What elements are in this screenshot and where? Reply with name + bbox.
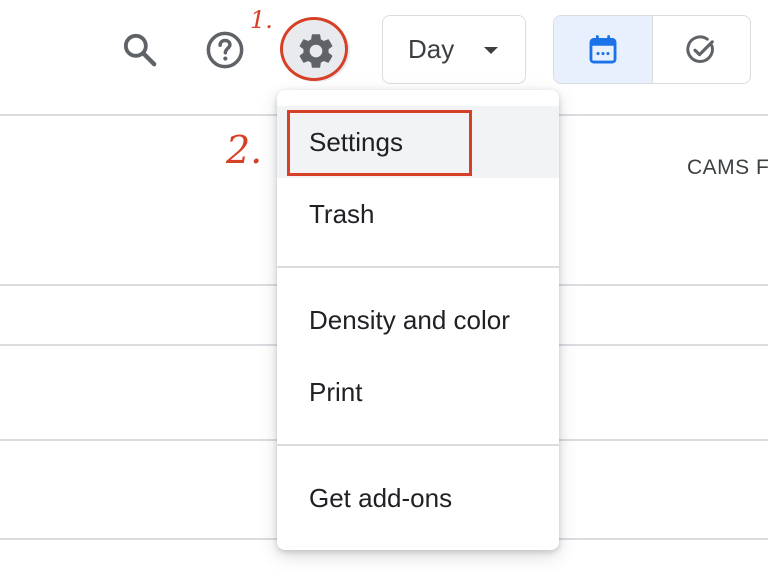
view-select-dropdown[interactable]: Day	[382, 15, 526, 84]
tasks-view-button[interactable]	[651, 16, 751, 83]
chevron-down-icon	[484, 47, 498, 54]
annotation-step-2: 2.	[226, 128, 263, 172]
help-button[interactable]	[195, 20, 255, 80]
annotation-step-1: 1.	[250, 6, 273, 34]
menu-divider	[277, 266, 559, 268]
menu-item-get-add-ons[interactable]: Get add-ons	[277, 462, 559, 534]
view-select-label: Day	[408, 34, 455, 64]
menu-item-label: Get add-ons	[309, 482, 453, 513]
annotation-circle	[280, 17, 348, 81]
search-button[interactable]	[110, 20, 170, 80]
menu-item-label: Density and color	[309, 304, 510, 335]
menu-divider	[277, 444, 559, 446]
calendar-column-header: CAMS F	[687, 156, 768, 179]
menu-item-print[interactable]: Print	[277, 356, 559, 428]
menu-item-label: Trash	[309, 198, 375, 229]
search-icon	[123, 33, 157, 67]
annotation-box	[287, 110, 472, 176]
menu-item-density-and-color[interactable]: Density and color	[277, 284, 559, 356]
task-check-icon	[686, 34, 715, 63]
help-icon	[206, 31, 244, 69]
calendar-tasks-toggle	[553, 15, 751, 84]
calendar-icon	[589, 34, 617, 63]
calendar-view-button[interactable]	[554, 16, 652, 83]
menu-item-label: Print	[309, 376, 363, 407]
calendar-window: Day CAMS F Settings Trash Density and co…	[0, 0, 768, 586]
menu-item-trash[interactable]: Trash	[277, 178, 559, 250]
